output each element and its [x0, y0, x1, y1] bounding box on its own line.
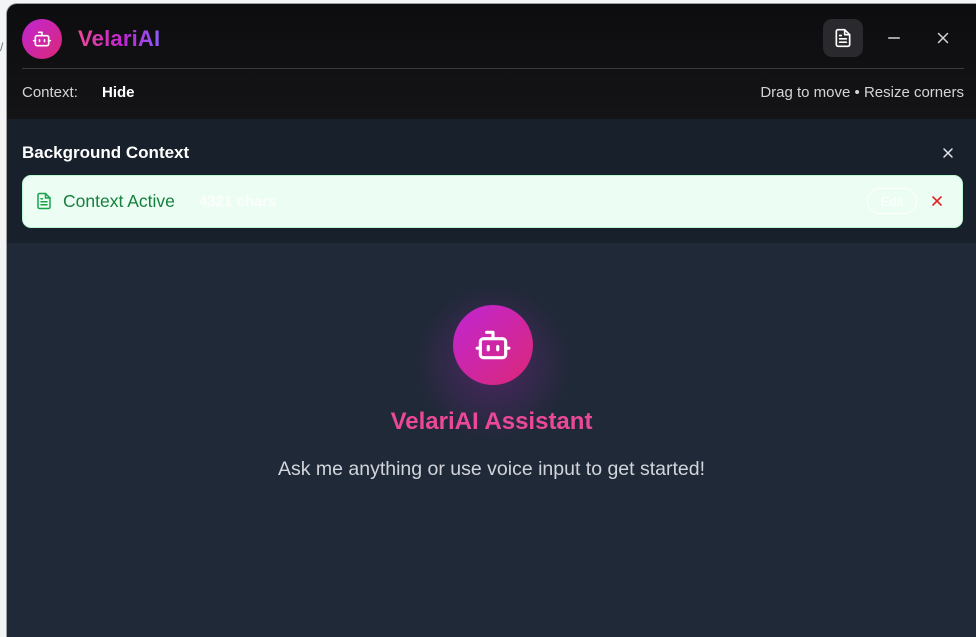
context-char-count: 4321 chars — [199, 193, 277, 210]
close-window-button[interactable] — [928, 23, 958, 53]
panel-title: Background Context — [22, 143, 190, 162]
context-label: Context: — [22, 84, 78, 101]
close-icon — [937, 32, 949, 44]
close-icon — [932, 196, 942, 206]
app-logo — [22, 19, 62, 59]
app-title: VelariAI — [78, 26, 161, 51]
hide-context-button[interactable]: Hide — [102, 84, 135, 101]
app-window: VelariAI Context: Hide Drag to move • Re… — [7, 4, 976, 637]
edit-context-button[interactable]: Edit — [867, 188, 917, 214]
document-icon — [35, 192, 53, 215]
context-status-card: Context Active 4321 chars Edit — [22, 175, 963, 228]
title-divider — [22, 68, 964, 69]
robot-icon — [475, 330, 511, 360]
minimize-icon — [888, 37, 900, 39]
context-status-text: Context Active — [63, 191, 175, 211]
minimize-button[interactable] — [879, 23, 909, 53]
welcome-subtitle: Ask me anything or use voice input to ge… — [277, 458, 706, 480]
panel-close-button[interactable] — [937, 142, 959, 164]
chat-area: VelariAI Assistant Ask me anything or us… — [7, 243, 976, 637]
welcome-title: VelariAI Assistant — [390, 408, 593, 435]
background-context-panel: Background Context Context Active 4321 c… — [7, 119, 976, 243]
backdrop-slash: / — [0, 40, 4, 54]
context-document-button[interactable] — [823, 19, 863, 57]
title-bar[interactable]: VelariAI Context: Hide Drag to move • Re… — [7, 4, 976, 119]
robot-icon — [32, 31, 52, 47]
document-icon — [835, 28, 851, 48]
close-icon — [943, 148, 953, 158]
drag-hint: Drag to move • Resize corners — [760, 84, 964, 101]
remove-context-button[interactable] — [926, 190, 948, 212]
assistant-avatar — [453, 305, 533, 385]
